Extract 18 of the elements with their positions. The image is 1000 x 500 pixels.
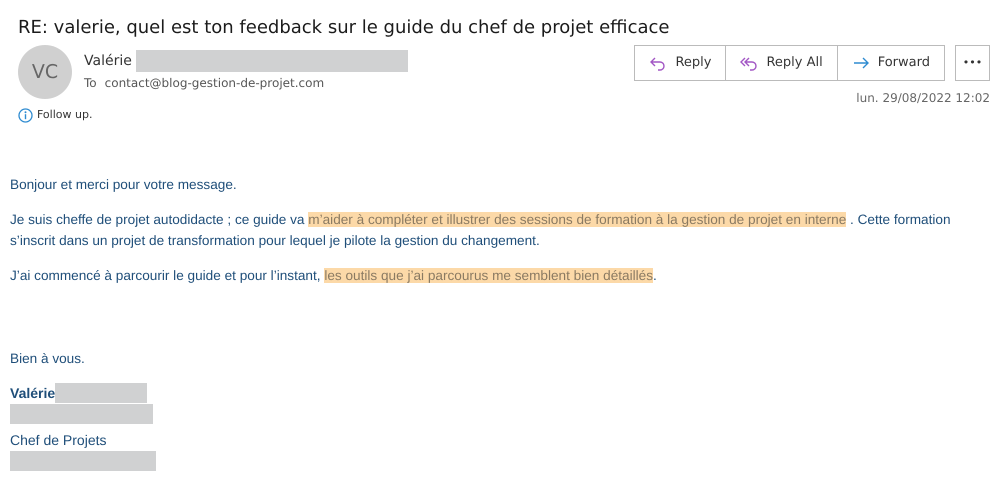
recipient-address: contact@blog-gestion-de-projet.com bbox=[104, 75, 324, 92]
avatar: VC bbox=[18, 45, 72, 99]
signature-title: Chef de Projets bbox=[10, 430, 108, 450]
email-subject: RE: valerie, quel est ton feedback sur le guide du chef de projet efficace bbox=[17, 16, 670, 40]
date-time: lun. 29/08/2022 12:02 bbox=[856, 90, 990, 107]
body-paragraph: Je suis cheffe de projet autodidacte ; ce guide va m’aider à compléter et illustrer des sessions de formation à la gestion de projet en interne . Cette formation s’inscrit dans un projet de transformation pour lequel je pilote la gestion du changement. bbox=[10, 210, 952, 250]
arrow-icon bbox=[852, 55, 870, 71]
info-icon bbox=[18, 108, 33, 123]
sender-name: Valérie bbox=[84, 52, 132, 70]
reply-all-icon bbox=[740, 55, 758, 71]
more-button[interactable]: ••• bbox=[955, 45, 990, 81]
to-label: To bbox=[84, 75, 97, 92]
info-text: Follow up. bbox=[37, 107, 92, 123]
closing-text: Bien à vous. bbox=[10, 350, 86, 368]
body-paragraph: J’ai commencé à parcourir le guide et pour l’instant, les outils que j’ai parcourus me semblent bien détaillés. bbox=[10, 266, 658, 285]
body-paragraph: Bonjour et merci pour votre message. bbox=[10, 176, 238, 194]
reply-icon bbox=[649, 55, 668, 71]
signature-name: Valérie bbox=[10, 384, 56, 403]
